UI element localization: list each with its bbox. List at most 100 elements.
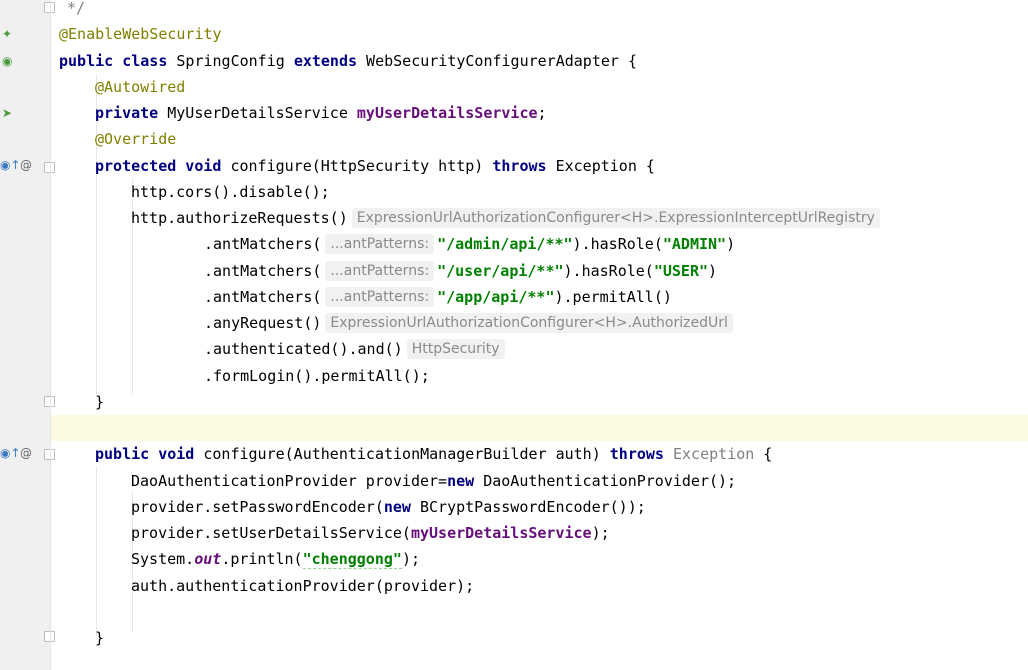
spring-config-icon[interactable]: ◉	[2, 54, 12, 68]
keyword: extends	[293, 52, 358, 70]
method-signature: configure(HttpSecurity http)	[221, 157, 493, 175]
annotation: @Autowired	[95, 78, 186, 96]
field-name: myUserDetailsService	[356, 104, 538, 122]
annotation: @EnableWebSecurity	[59, 25, 222, 43]
punctuation: );	[401, 550, 420, 568]
code-text: @Override	[95, 126, 176, 152]
constructor-call: DaoAuthenticationProvider();	[474, 472, 737, 490]
override-method-icon-2[interactable]: ◉↑	[0, 446, 21, 460]
keyword: throws	[492, 157, 547, 175]
code-text: http.cors().disable();	[131, 183, 330, 201]
annotation-marker-icon-2: @	[20, 446, 32, 460]
code-text: public class SpringConfig extends WebSec…	[59, 48, 637, 74]
method-call: .antMatchers(	[204, 288, 322, 306]
code-text: public void configure(AuthenticationMana…	[95, 441, 772, 467]
type-hint: ExpressionUrlAuthorizationConfigurer<H>.…	[351, 208, 880, 228]
code-line: @Override	[51, 126, 1028, 152]
class-reference: System.	[131, 550, 195, 568]
keyword: new	[447, 472, 475, 490]
code-text: .antMatchers(...antPatterns: "/app/api/**…	[204, 284, 672, 310]
punctuation: )	[708, 262, 718, 280]
keyword: public class	[59, 52, 168, 70]
method-call: ).hasRole(	[572, 235, 663, 253]
code-text: private MyUserDetailsService myUserDetai…	[95, 100, 547, 126]
code-text: provider.setUserDetailsService(myUserDet…	[131, 520, 610, 546]
closing-brace: }	[95, 629, 105, 647]
exception-type: Exception {	[546, 157, 655, 175]
method-call: .anyRequest()	[204, 314, 322, 332]
string-literal: "ADMIN"	[662, 235, 727, 253]
code-text: System.out.println("chenggong");	[131, 546, 420, 572]
class-name: SpringConfig	[167, 52, 294, 70]
code-text: protected void configure(HttpSecurity ht…	[95, 153, 655, 179]
code-line: System.out.println("chenggong");	[51, 546, 1028, 572]
keyword: public void	[95, 445, 195, 463]
method-signature: configure(AuthenticationManagerBuilder a…	[194, 445, 610, 463]
code-text: .authenticated().and() HttpSecurity	[204, 336, 508, 362]
string-literal: "chenggong"	[302, 550, 402, 569]
annotation-marker-icon: @	[20, 158, 32, 172]
autowired-icon[interactable]: ➤	[2, 106, 12, 120]
code-line: */	[51, 0, 1028, 21]
method-call: provider.setPasswordEncoder(	[131, 498, 384, 516]
parameter-hint: ...antPatterns:	[325, 287, 435, 307]
type-hint: ExpressionUrlAuthorizationConfigurer<H>.…	[325, 313, 733, 333]
code-line: auth.authenticationProvider(provider);	[51, 573, 1028, 599]
code-line: private MyUserDetailsService myUserDetai…	[51, 100, 1028, 126]
type-hint: HttpSecurity	[406, 339, 505, 359]
code-line: DaoAuthenticationProvider provider=new D…	[51, 468, 1028, 494]
parameter-hint: ...antPatterns:	[325, 261, 435, 281]
code-text: DaoAuthenticationProvider provider=new D…	[131, 468, 736, 494]
constructor-call: BCryptPasswordEncoder());	[410, 498, 646, 516]
annotation: @Override	[95, 130, 177, 148]
method-call: .antMatchers(	[204, 262, 322, 280]
code-line: .authenticated().and() HttpSecurity	[51, 336, 1028, 362]
static-field: out	[194, 550, 222, 568]
code-editor[interactable]: */ @EnableWebSecurity public class Sprin…	[51, 0, 1028, 670]
type-name: MyUserDetailsService	[158, 104, 357, 122]
keyword: private	[95, 104, 159, 122]
code-text: .antMatchers(...antPatterns: "/admin/api/…	[204, 231, 735, 257]
spring-bean-icon[interactable]: ✦	[2, 27, 12, 41]
comment-end: */	[67, 0, 86, 17]
code-text: @EnableWebSecurity	[59, 21, 222, 47]
code-text: .anyRequest() ExpressionUrlAuthorizationC…	[204, 310, 736, 336]
closing-brace: }	[95, 393, 105, 411]
editor-gutter: ✦ ◉ ➤ ◉↑ @ ◉↑ @	[0, 0, 55, 670]
method-call: ).hasRole(	[563, 262, 654, 280]
code-line: protected void configure(HttpSecurity ht…	[51, 153, 1028, 179]
override-method-icon[interactable]: ◉↑	[0, 158, 21, 172]
keyword: new	[383, 498, 411, 516]
string-literal: "/user/api/**"	[437, 262, 564, 280]
method-call: provider.setUserDetailsService(	[131, 524, 411, 542]
code-text: .formLogin().permitAll();	[204, 367, 430, 385]
keyword: throws	[609, 445, 664, 463]
code-line: .anyRequest() ExpressionUrlAuthorizationC…	[51, 310, 1028, 336]
code-line: .antMatchers(...antPatterns: "/user/api/*…	[51, 258, 1028, 284]
string-literal: "/admin/api/**"	[437, 235, 573, 253]
method-call: .authenticated().and()	[204, 340, 403, 358]
string-literal: "USER"	[653, 262, 709, 280]
code-line: http.authorizeRequests() ExpressionUrlAut…	[51, 205, 1028, 231]
method-call: .println(	[221, 550, 303, 568]
punctuation: ;	[537, 104, 547, 122]
method-call: http.authorizeRequests()	[131, 209, 348, 227]
current-line[interactable]	[51, 415, 1028, 441]
code-line: .antMatchers(...antPatterns: "/admin/api/…	[51, 231, 1028, 257]
method-call: .antMatchers(	[204, 235, 322, 253]
parameter-hint: ...antPatterns:	[325, 234, 435, 254]
code-line: http.cors().disable();	[51, 179, 1028, 205]
code-line: @EnableWebSecurity	[51, 21, 1028, 47]
exception-type: Exception	[663, 445, 755, 463]
punctuation: {	[754, 445, 773, 463]
string-literal: "/app/api/**"	[437, 288, 555, 306]
code-line: provider.setUserDetailsService(myUserDet…	[51, 520, 1028, 546]
field-name: myUserDetailsService	[410, 524, 592, 542]
code-line: public void configure(AuthenticationMana…	[51, 441, 1028, 467]
declaration: DaoAuthenticationProvider provider=	[131, 472, 448, 490]
code-line: .formLogin().permitAll();	[51, 363, 1028, 389]
code-line: @Autowired	[51, 74, 1028, 100]
method-call: ).permitAll()	[554, 288, 672, 306]
keyword: protected void	[95, 157, 222, 175]
punctuation: );	[591, 524, 610, 542]
